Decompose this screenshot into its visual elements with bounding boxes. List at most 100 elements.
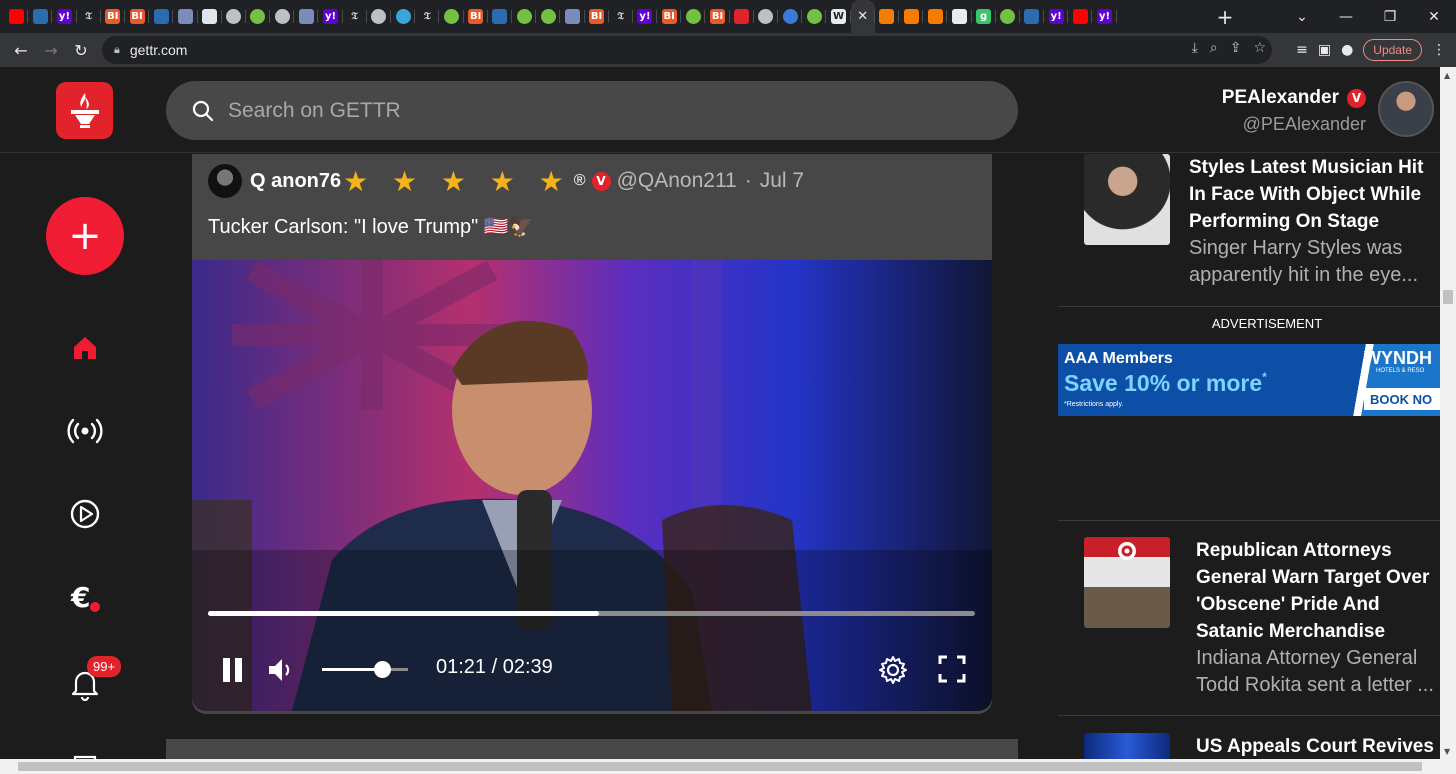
browser-tab[interactable]	[996, 0, 1021, 33]
side-panel-icon[interactable]: ▣	[1318, 42, 1331, 58]
scroll-up-arrow-icon[interactable]: ▲	[1444, 71, 1450, 80]
browser-tab[interactable]	[754, 0, 779, 33]
browser-tab[interactable]	[1020, 0, 1045, 33]
browser-tab[interactable]	[947, 0, 972, 33]
search-bar[interactable]: Search on GETTR	[166, 81, 1018, 140]
browser-tab[interactable]	[681, 0, 706, 33]
browser-tab[interactable]	[28, 0, 53, 33]
browser-tab[interactable]	[198, 0, 222, 33]
ad-offer-text: Save 10% or more	[1064, 370, 1263, 396]
browser-tab[interactable]	[173, 0, 198, 33]
browser-tab[interactable]: 𝔗	[415, 0, 440, 33]
vertical-scroll-thumb[interactable]	[1443, 290, 1453, 304]
bookmark-star-icon[interactable]: ☆	[1253, 40, 1266, 56]
video-progress-bar[interactable]	[208, 611, 975, 616]
browser-tab[interactable]	[4, 0, 29, 33]
user-profile[interactable]: PEAlexander V @PEAlexander	[1222, 81, 1434, 137]
restore-icon[interactable]: ❐	[1368, 0, 1412, 33]
bi-icon: BI	[589, 9, 605, 24]
install-icon[interactable]: ⤓	[1192, 40, 1198, 56]
gettr-logo[interactable]	[56, 82, 113, 139]
fullscreen-icon[interactable]	[938, 655, 966, 683]
browser-tab[interactable]: BI	[705, 0, 730, 33]
zoom-icon[interactable]: ⌕	[1210, 40, 1218, 56]
browser-tab[interactable]	[294, 0, 319, 33]
earnings-euro-icon[interactable]: €	[65, 577, 105, 617]
browser-tab[interactable]: y!	[1044, 0, 1069, 33]
reload-icon[interactable]: ↻	[66, 35, 96, 65]
user-avatar[interactable]	[1378, 81, 1434, 137]
browser-tab[interactable]: 𝔗	[609, 0, 634, 33]
new-tab-button[interactable]: +	[1210, 0, 1240, 33]
browser-tab[interactable]	[899, 0, 924, 33]
news-item[interactable]: Styles Latest Musician Hit In Face With …	[1084, 154, 1439, 289]
post-author-name[interactable]: Q anon76	[250, 170, 341, 193]
video-play-icon[interactable]	[65, 494, 105, 534]
horizontal-scroll-thumb[interactable]	[18, 762, 1422, 771]
browser-tab[interactable]: 𝔗	[77, 0, 101, 33]
browser-tab[interactable]: 𝔗	[343, 0, 368, 33]
browser-tab[interactable]	[270, 0, 295, 33]
browser-tab[interactable]	[802, 0, 827, 33]
gettr-page: Search on GETTR PEAlexander V @PEAlexande…	[0, 67, 1440, 759]
pause-icon[interactable]	[220, 656, 246, 684]
volume-knob[interactable]	[374, 661, 392, 678]
news-item[interactable]: US Appeals Court Revives	[1084, 733, 1440, 759]
browser-tab[interactable]	[536, 0, 561, 33]
scroll-down-arrow-icon[interactable]: ▼	[1444, 747, 1450, 756]
video-player[interactable]: 01:21 / 02:39	[192, 260, 992, 711]
browser-tab[interactable]	[1068, 0, 1093, 33]
live-broadcast-icon[interactable]	[65, 411, 105, 451]
browser-tab[interactable]	[778, 0, 803, 33]
browser-tab[interactable]: y!	[52, 0, 77, 33]
browser-tab[interactable]	[560, 0, 585, 33]
volume-slider[interactable]	[322, 661, 408, 678]
media-queue-icon[interactable]: ≡	[1296, 42, 1308, 58]
browser-tab[interactable]: BI	[464, 0, 488, 33]
browser-tab[interactable]: y!	[1092, 0, 1117, 33]
vertical-scrollbar[interactable]: ▲ ▼	[1440, 67, 1456, 774]
forward-arrow-icon[interactable]: →	[36, 35, 66, 65]
post-author-handle[interactable]: @QAnon211	[617, 169, 737, 193]
address-bar[interactable]: 🔒︎ gettr.com ⤓ ⌕ ⇪ ☆	[102, 36, 1272, 64]
advertisement-banner[interactable]: AAA Members Save 10% or more* *Restricti…	[1058, 344, 1440, 416]
tab-search-chevron-icon[interactable]: ⌄	[1280, 0, 1324, 33]
more-icon[interactable]	[65, 739, 105, 759]
post-card[interactable]: Q anon76 ★ ★ ★ ★ ★ ® V @QAnon211 · Jul 7…	[192, 154, 992, 714]
browser-tab[interactable]	[149, 0, 174, 33]
volume-icon[interactable]	[267, 656, 297, 684]
browser-tab[interactable]: W	[826, 0, 851, 33]
browser-tab[interactable]	[488, 0, 513, 33]
browser-tab[interactable]	[923, 0, 948, 33]
browser-tab[interactable]	[367, 0, 392, 33]
news-item[interactable]: Republican Attorneys General Warn Target…	[1084, 537, 1440, 699]
browser-tab[interactable]	[246, 0, 271, 33]
browser-tab[interactable]	[512, 0, 537, 33]
update-button[interactable]: Update	[1363, 39, 1422, 61]
browser-tab[interactable]: y!	[318, 0, 343, 33]
settings-gear-icon[interactable]	[878, 655, 908, 685]
browser-tab[interactable]: g	[972, 0, 996, 33]
browser-tab[interactable]: BI	[657, 0, 682, 33]
browser-tab[interactable]: BI	[125, 0, 150, 33]
profile-icon[interactable]: ●	[1341, 42, 1353, 58]
browser-tab[interactable]	[439, 0, 464, 33]
home-icon[interactable]	[65, 328, 105, 368]
browser-tab[interactable]	[391, 0, 416, 33]
browser-tab[interactable]	[875, 0, 900, 33]
browser-tab[interactable]: ✕	[850, 0, 875, 33]
menu-kebab-icon[interactable]: ⋮	[1432, 42, 1446, 58]
browser-tab[interactable]: y!	[633, 0, 658, 33]
browser-tab[interactable]	[730, 0, 755, 33]
minimize-icon[interactable]: —	[1324, 0, 1368, 33]
ad-book-now-button[interactable]: BOOK NO	[1364, 388, 1440, 410]
post-author-avatar[interactable]	[208, 164, 242, 198]
horizontal-scrollbar[interactable]	[0, 759, 1440, 774]
browser-tab[interactable]: BI	[101, 0, 126, 33]
browser-tab[interactable]: BI	[585, 0, 609, 33]
share-icon[interactable]: ⇪	[1230, 40, 1242, 56]
create-post-button[interactable]: +	[46, 197, 124, 275]
close-window-icon[interactable]: ✕	[1412, 0, 1456, 33]
back-arrow-icon[interactable]: ←	[6, 35, 36, 65]
browser-tab[interactable]	[222, 0, 247, 33]
